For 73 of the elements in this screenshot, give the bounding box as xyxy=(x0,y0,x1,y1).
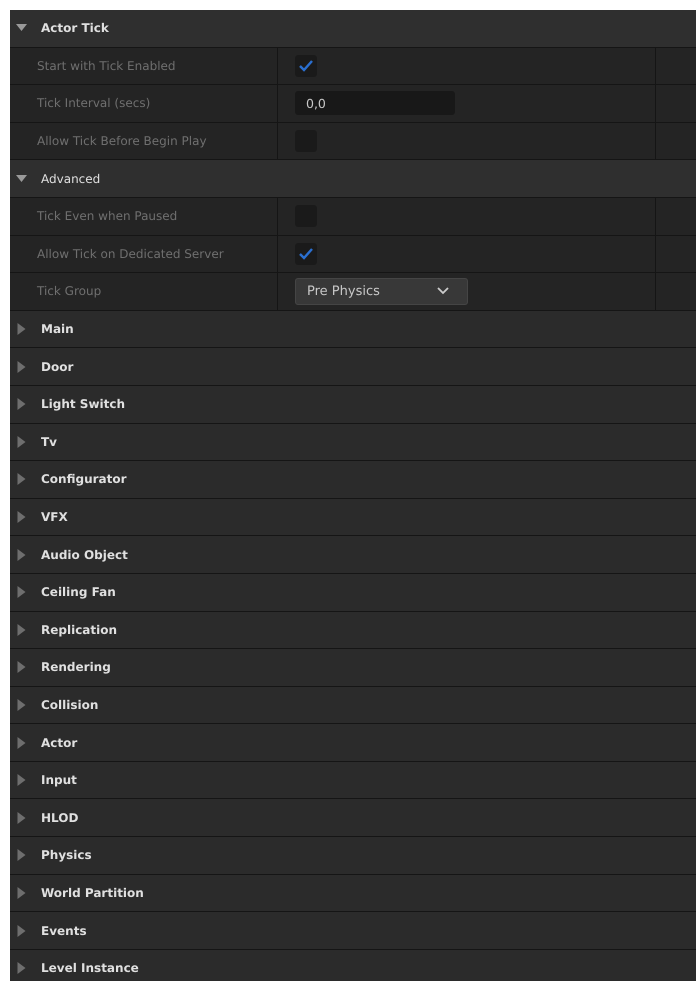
category-header[interactable]: Events xyxy=(10,912,696,950)
checkmark-icon xyxy=(299,248,313,260)
category-title: Configurator xyxy=(41,472,127,486)
category-title: HLOD xyxy=(41,810,78,825)
category-header[interactable]: Ceiling Fan xyxy=(10,574,696,612)
category-header[interactable]: HLOD xyxy=(10,799,696,838)
category-header[interactable]: Actor xyxy=(10,724,696,762)
expand-arrow-icon xyxy=(16,586,27,598)
expand-arrow-icon xyxy=(16,924,27,937)
checkmark-icon xyxy=(299,60,313,72)
expand-arrow-icon xyxy=(16,548,27,561)
dropdown[interactable]: Pre Physics xyxy=(295,278,468,305)
expand-arrow-icon xyxy=(16,736,27,749)
category-title: World Partition xyxy=(41,886,144,900)
category-title: Ceiling Fan xyxy=(41,585,116,600)
expand-arrow-icon xyxy=(16,323,27,336)
category-header[interactable]: Level Instance xyxy=(10,950,696,981)
category-title: Light Switch xyxy=(41,397,126,412)
category-header[interactable]: Light Switch xyxy=(10,386,696,424)
category-header[interactable]: Rendering xyxy=(10,649,696,687)
expand-arrow-icon xyxy=(16,698,27,711)
property-label: Tick Group xyxy=(37,284,102,298)
category-title: Actor Tick xyxy=(41,21,109,36)
checkbox[interactable] xyxy=(295,242,317,265)
expand-arrow-icon xyxy=(16,812,27,824)
property-label: Start with Tick Enabled xyxy=(37,58,176,73)
expand-arrow-icon xyxy=(16,360,27,373)
category-title: Events xyxy=(41,924,87,938)
category-title: Level Instance xyxy=(41,961,139,976)
category-header[interactable]: Main xyxy=(10,310,696,348)
number-field[interactable]: 0,0 xyxy=(295,91,455,116)
expand-arrow-icon xyxy=(16,398,27,410)
expand-arrow-icon xyxy=(16,511,27,524)
category-header[interactable]: Audio Object xyxy=(10,536,696,574)
category-header[interactable]: VFX xyxy=(10,498,696,536)
category-title: Tv xyxy=(41,434,58,449)
category-header[interactable]: Door xyxy=(10,348,696,386)
collapse-arrow-icon xyxy=(16,174,27,183)
collapse-arrow-icon xyxy=(16,24,27,32)
category-title: Main xyxy=(41,322,74,336)
category-title: Rendering xyxy=(41,660,111,674)
expand-arrow-icon xyxy=(16,849,27,862)
category-header[interactable]: Replication xyxy=(10,612,696,650)
category-header[interactable]: Advanced xyxy=(10,160,696,198)
property-label: Tick Interval (secs) xyxy=(37,96,150,110)
category-header[interactable]: Input xyxy=(10,762,696,800)
chevron-down-icon xyxy=(437,287,449,296)
category-title: Replication xyxy=(41,622,118,637)
expand-arrow-icon xyxy=(16,774,27,786)
category-title: Audio Object xyxy=(41,548,128,562)
category-title: VFX xyxy=(41,510,68,524)
category-header[interactable]: Configurator xyxy=(10,461,696,499)
category-title: Door xyxy=(41,360,74,374)
category-title: Input xyxy=(41,773,77,788)
category-header[interactable]: Actor Tick xyxy=(10,10,696,48)
category-header[interactable]: Collision xyxy=(10,686,696,724)
property-label: Allow Tick on Dedicated Server xyxy=(37,246,224,261)
checkbox[interactable] xyxy=(295,54,317,77)
category-title: Physics xyxy=(41,848,92,862)
category-header[interactable]: Tv xyxy=(10,424,696,462)
expand-arrow-icon xyxy=(16,886,27,899)
expand-arrow-icon xyxy=(16,962,27,974)
category-title: Advanced xyxy=(41,172,100,186)
property-label: Allow Tick Before Begin Play xyxy=(37,134,207,148)
category-header[interactable]: Physics xyxy=(10,837,696,875)
category-header[interactable]: World Partition xyxy=(10,874,696,912)
category-title: Collision xyxy=(41,698,98,712)
expand-arrow-icon xyxy=(16,473,27,486)
expand-arrow-icon xyxy=(16,624,27,636)
property-label: Tick Even when Paused xyxy=(37,209,178,224)
category-title: Actor xyxy=(41,736,78,750)
expand-arrow-icon xyxy=(16,661,27,674)
expand-arrow-icon xyxy=(16,436,27,448)
